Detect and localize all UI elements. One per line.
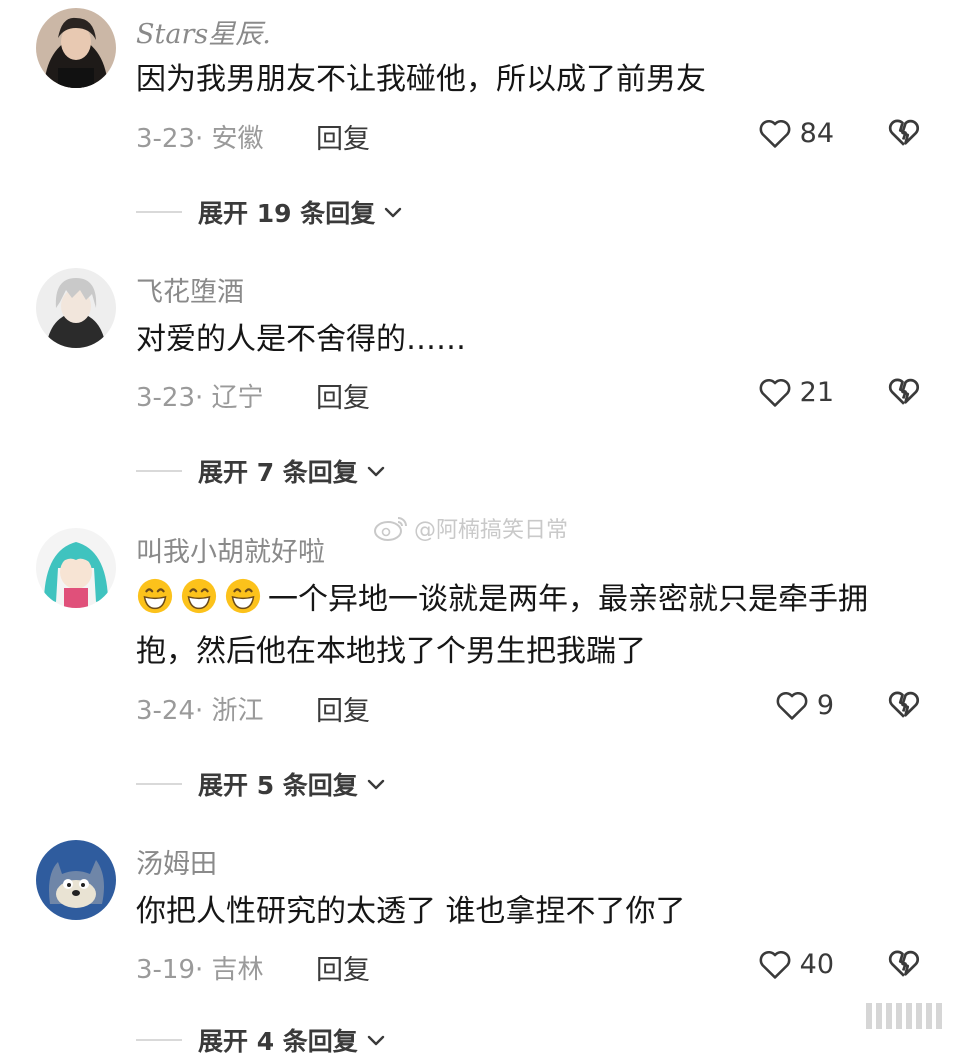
- dislike-button[interactable]: [886, 373, 922, 409]
- divider-line: [136, 783, 182, 785]
- divider-line: [136, 211, 182, 213]
- divider-line: [136, 470, 182, 472]
- chevron-down-icon: [385, 207, 402, 218]
- date-location: 3-19· 吉林: [136, 955, 264, 985]
- chevron-down-icon: [367, 779, 385, 790]
- reply-button[interactable]: 回复: [316, 948, 370, 987]
- like-count: 21: [799, 376, 834, 408]
- like-count: 9: [816, 689, 834, 721]
- date-location: 3-23· 辽宁: [136, 383, 264, 413]
- username[interactable]: 叫我小胡就好啦: [136, 530, 325, 569]
- divider-line: [136, 1039, 182, 1041]
- username[interactable]: 汤姆田: [136, 842, 217, 881]
- avatar-anime-white-hair-icon: [36, 268, 116, 348]
- reply-button[interactable]: 回复: [316, 117, 370, 156]
- avatar-girl-photo-icon: [36, 8, 116, 88]
- reply-button[interactable]: 回复: [316, 689, 370, 728]
- username[interactable]: Stars星辰.: [136, 12, 271, 51]
- like-button[interactable]: 84: [756, 114, 834, 152]
- dislike-button[interactable]: [886, 945, 922, 981]
- expand-replies-button[interactable]: 展开 19 条回复: [136, 194, 405, 230]
- heart-icon: [759, 950, 791, 979]
- grinning-emoji-icon: [181, 578, 217, 614]
- date-location: 3-23· 安徽: [136, 124, 264, 154]
- heart-icon: [776, 691, 808, 720]
- broken-heart-icon: [888, 691, 920, 718]
- dislike-button[interactable]: [886, 686, 922, 722]
- heart-icon: [759, 378, 791, 407]
- comment-text: 一个异地一谈就是两年，最亲密就只是牵手拥抱，然后他在本地找了个男生把我踹了: [136, 574, 926, 678]
- like-button[interactable]: 21: [756, 373, 834, 411]
- like-button[interactable]: 9: [773, 686, 834, 724]
- dislike-button[interactable]: [886, 114, 922, 150]
- like-button[interactable]: 40: [756, 945, 834, 983]
- grinning-emoji-icon: [137, 578, 173, 614]
- expand-replies-button[interactable]: 展开 4 条回复: [136, 1022, 388, 1058]
- comment-text: 对爱的人是不舍得的……: [136, 322, 466, 357]
- comment-text: 你把人性研究的太透了 谁也拿捏不了你了: [136, 894, 686, 929]
- expand-replies-label: 展开 19 条回复: [198, 199, 376, 228]
- user-avatar[interactable]: [36, 8, 116, 88]
- user-avatar[interactable]: [36, 268, 116, 348]
- avatar-anime-teal-hair-icon: [36, 528, 116, 608]
- comment-text: 因为我男朋友不让我碰他，所以成了前男友: [136, 62, 706, 97]
- expand-replies-button[interactable]: 展开 7 条回复: [136, 453, 388, 489]
- expand-replies-label: 展开 4 条回复: [198, 1027, 358, 1056]
- grinning-emoji-icon: [225, 578, 261, 614]
- heart-icon: [759, 119, 791, 148]
- corner-watermark-icon: [866, 1003, 942, 1029]
- chevron-down-icon: [367, 466, 385, 477]
- user-avatar[interactable]: [36, 528, 116, 608]
- expand-replies-button[interactable]: 展开 5 条回复: [136, 766, 388, 802]
- broken-heart-icon: [888, 950, 920, 977]
- broken-heart-icon: [888, 119, 920, 146]
- broken-heart-icon: [888, 378, 920, 405]
- username[interactable]: 飞花堕酒: [136, 270, 244, 309]
- expand-replies-label: 展开 7 条回复: [198, 458, 358, 487]
- expand-replies-label: 展开 5 条回复: [198, 771, 358, 800]
- weibo-logo-icon: [374, 517, 407, 541]
- watermark: @阿楠搞笑日常: [372, 512, 568, 544]
- chevron-down-icon: [367, 1035, 385, 1046]
- date-location: 3-24· 浙江: [136, 696, 264, 726]
- like-count: 84: [799, 117, 834, 149]
- like-count: 40: [799, 948, 834, 980]
- user-avatar[interactable]: [36, 840, 116, 920]
- reply-button[interactable]: 回复: [316, 376, 370, 415]
- avatar-cartoon-cat-icon: [36, 840, 116, 920]
- watermark-text: @阿楠搞笑日常: [414, 518, 569, 543]
